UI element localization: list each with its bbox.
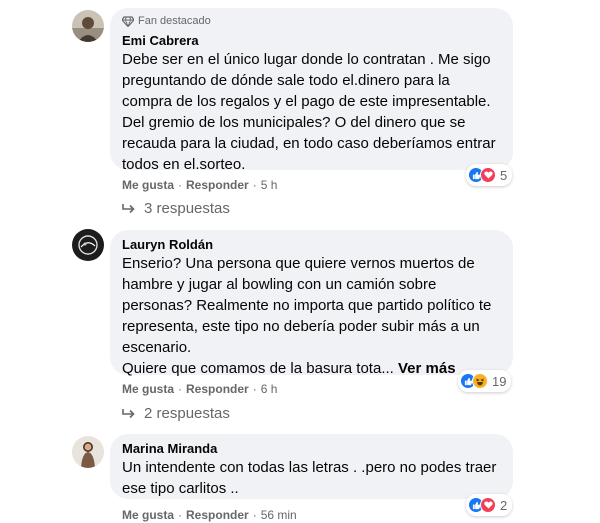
separator-dot: · bbox=[178, 178, 183, 192]
comment-text: Debe ser en el único lugar donde lo cont… bbox=[122, 49, 501, 175]
reply-arrow-icon bbox=[122, 408, 135, 418]
reply-button[interactable]: Responder bbox=[186, 178, 249, 192]
reply-button[interactable]: Responder bbox=[186, 382, 249, 396]
fan-badge: Fan destacado bbox=[122, 14, 501, 28]
comment-actions: Me gusta · Responder · 5 h bbox=[122, 177, 277, 193]
love-reaction-icon bbox=[480, 497, 496, 513]
reaction-count: 19 bbox=[492, 373, 507, 389]
like-button[interactable]: Me gusta bbox=[122, 178, 174, 192]
comment-line-truncated: Quiere que comamos de la basura tota... … bbox=[122, 358, 501, 379]
separator-dot: · bbox=[252, 508, 257, 522]
comment-actions: Me gusta · Responder · 56 min bbox=[122, 507, 297, 523]
diamond-icon bbox=[122, 15, 134, 27]
comment-text: Enserio? Una persona que quiere vernos m… bbox=[122, 253, 501, 379]
comment-line: Quiere que comamos de la basura tota... bbox=[122, 360, 394, 377]
reaction-count: 5 bbox=[500, 167, 508, 183]
comment-line: escenario. bbox=[122, 339, 192, 356]
separator-dot: · bbox=[178, 508, 183, 522]
comment-timestamp[interactable]: 5 h bbox=[261, 178, 278, 192]
see-more-link[interactable]: Ver más bbox=[398, 360, 456, 377]
replies-label: 2 respuestas bbox=[144, 405, 230, 422]
reactions-summary[interactable]: 19 bbox=[458, 370, 512, 392]
comment-bubble: Fan destacado Emi Cabrera Debe ser en el… bbox=[110, 8, 513, 173]
comment-line: Enserio? Una persona que quiere vernos m… bbox=[122, 255, 475, 272]
like-button[interactable]: Me gusta bbox=[122, 508, 174, 522]
comment-timestamp[interactable]: 6 h bbox=[261, 382, 278, 396]
comment-line: ese tipo carlitos .. bbox=[122, 480, 239, 497]
comment-author[interactable]: Lauryn Roldán bbox=[122, 236, 501, 253]
comment-line: recauda para la ciudad, en todo caso deb… bbox=[122, 135, 496, 152]
comment-line: personas? Realmente no importa que parti… bbox=[122, 297, 492, 314]
reactions-summary[interactable]: 5 bbox=[466, 164, 513, 186]
like-button[interactable]: Me gusta bbox=[122, 382, 174, 396]
comment-line: representa, este tipo no debería poder s… bbox=[122, 318, 480, 335]
comment-actions: Me gusta · Responder · 6 h bbox=[122, 381, 277, 397]
avatar[interactable] bbox=[72, 436, 104, 468]
comment-text: Un intendente con todas las letras . .pe… bbox=[122, 457, 501, 499]
avatar[interactable] bbox=[72, 10, 104, 42]
avatar[interactable] bbox=[72, 229, 104, 261]
comment-line: Debe ser en el único lugar donde lo cont… bbox=[122, 51, 491, 68]
comment-author[interactable]: Marina Miranda bbox=[122, 440, 501, 457]
view-replies-link[interactable]: 3 respuestas bbox=[122, 200, 230, 217]
comment-line: todos en el.sorteo. bbox=[122, 156, 246, 173]
replies-label: 3 respuestas bbox=[144, 200, 230, 217]
view-replies-link[interactable]: 2 respuestas bbox=[122, 405, 230, 422]
comment-author[interactable]: Emi Cabrera bbox=[122, 32, 501, 49]
comment-timestamp[interactable]: 56 min bbox=[261, 508, 297, 522]
love-reaction-icon bbox=[480, 167, 496, 183]
reply-button[interactable]: Responder bbox=[186, 508, 249, 522]
comment-line: compra de los regalos y el pago de este … bbox=[122, 93, 491, 110]
separator-dot: · bbox=[178, 382, 183, 396]
haha-reaction-icon bbox=[472, 373, 488, 389]
comment-bubble: Lauryn Roldán Enserio? Una persona que q… bbox=[110, 230, 513, 377]
comment-line: preguntando de dónde sale todo el.dinero… bbox=[122, 72, 450, 89]
separator-dot: · bbox=[252, 382, 257, 396]
comment-line: Del gremio de los municipales? O del din… bbox=[122, 114, 466, 131]
comment-bubble: Marina Miranda Un intendente con todas l… bbox=[110, 434, 513, 499]
reaction-count: 2 bbox=[500, 497, 508, 513]
separator-dot: · bbox=[252, 178, 257, 192]
comment-line: Un intendente con todas las letras . .pe… bbox=[122, 459, 497, 476]
comment-line: hambre y jugar al bowling con un camión … bbox=[122, 276, 437, 293]
reply-arrow-icon bbox=[122, 203, 135, 213]
reactions-summary[interactable]: 2 bbox=[466, 494, 513, 516]
badge-label: Fan destacado bbox=[138, 15, 211, 27]
